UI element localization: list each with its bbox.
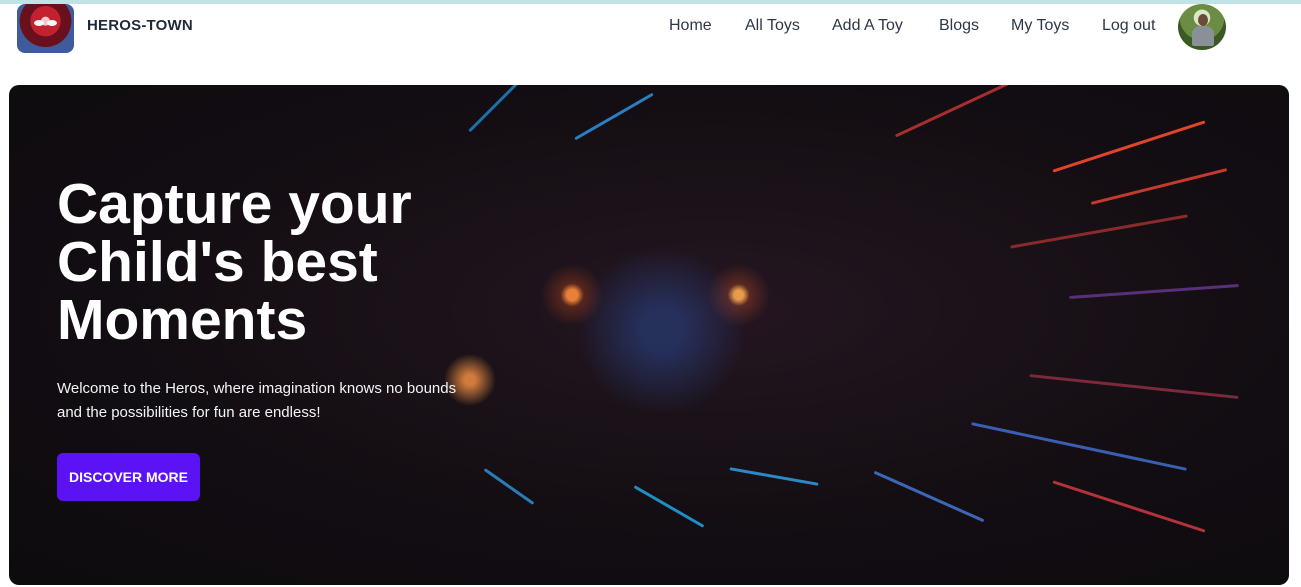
hero-title-line: Child's best [57, 230, 378, 294]
nav-logout-link[interactable]: Log out [1102, 17, 1155, 35]
nav-home-link[interactable]: Home [669, 17, 712, 35]
navbar: HEROS-TOWN Home All Toys Add A Toy Blogs… [0, 4, 1301, 54]
hero-description: Welcome to the Heros, where imagination … [57, 377, 517, 425]
hero-description-line: and the possibilities for fun are endles… [57, 404, 321, 421]
discover-more-button[interactable]: DISCOVER MORE [57, 453, 200, 501]
hero-banner: Capture your Child's best Moments Welcom… [9, 85, 1289, 585]
avatar-body [1192, 26, 1214, 46]
nav-my-toys-link[interactable]: My Toys [1011, 17, 1069, 35]
hero-description-line: Welcome to the Heros, where imagination … [57, 380, 457, 397]
nav-blogs-link[interactable]: Blogs [939, 17, 979, 35]
nav-all-toys-link[interactable]: All Toys [745, 17, 800, 35]
hero-title: Capture your Child's best Moments [57, 175, 557, 349]
avatar-head [1198, 14, 1208, 26]
nav-add-toy-link[interactable]: Add A Toy [832, 17, 903, 35]
hero-title-line: Capture your [57, 172, 412, 236]
hero-title-line: Moments [57, 288, 308, 352]
user-avatar[interactable] [1178, 4, 1226, 50]
nav-links: Home All Toys Add A Toy Blogs My Toys Lo… [0, 17, 1301, 39]
